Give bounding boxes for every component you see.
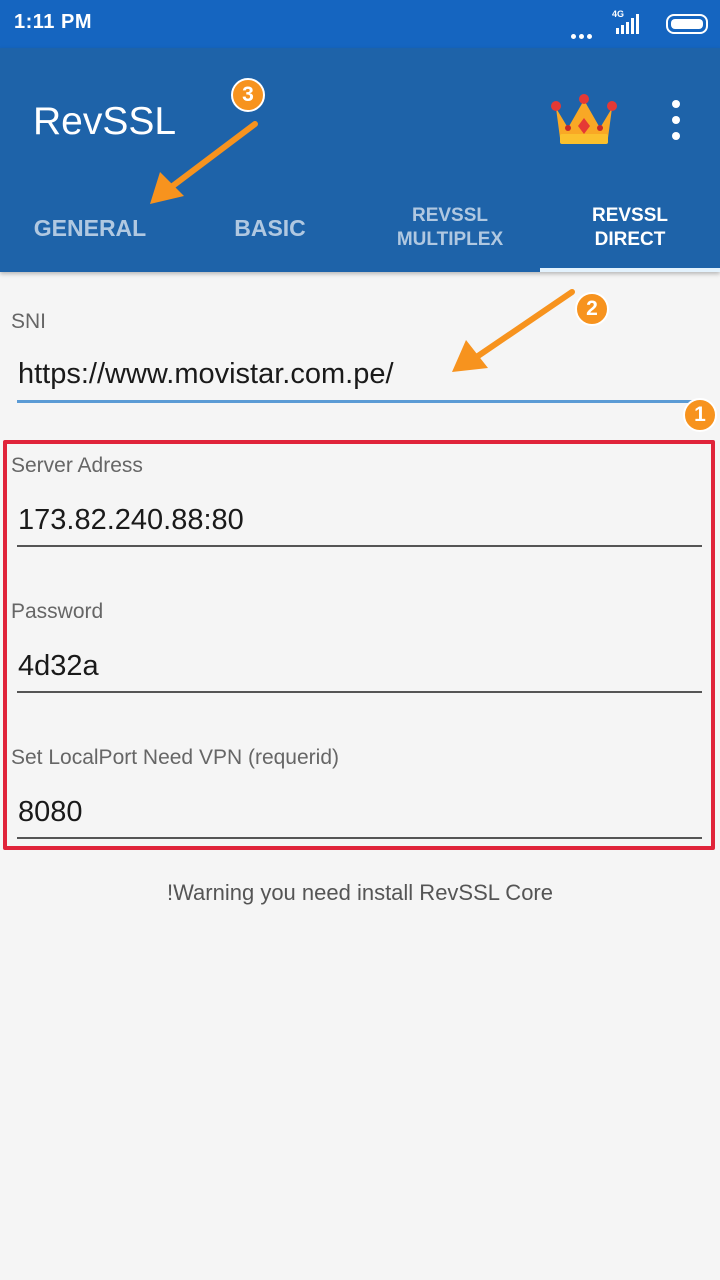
annotation-badge-3: 3 (231, 78, 265, 112)
server-address-input[interactable] (18, 504, 678, 537)
tab-general[interactable]: GENERAL (0, 184, 180, 272)
local-port-input[interactable] (18, 796, 678, 829)
sni-input[interactable] (18, 358, 678, 391)
notification-dots-icon (568, 26, 592, 44)
tab-basic[interactable]: BASIC (180, 184, 360, 272)
tab-revssl-multiplex[interactable]: REVSSL MULTIPLEX (360, 184, 540, 272)
server-address-label: Server Adress (11, 454, 143, 477)
tab-revssl-direct[interactable]: REVSSL DIRECT (540, 184, 720, 272)
password-underline (17, 691, 702, 693)
app-bar: RevSSL GENERAL BASIC REVSSL MULTIPLEX RE… (0, 48, 720, 272)
tab-bar: GENERAL BASIC REVSSL MULTIPLEX REVSSL DI… (0, 184, 720, 272)
highlight-box (3, 440, 715, 850)
annotation-badge-1: 1 (683, 398, 717, 432)
annotation-badge-2: 2 (575, 292, 609, 326)
crown-icon[interactable] (550, 92, 618, 148)
server-address-underline (17, 545, 702, 547)
battery-icon (666, 14, 708, 34)
sni-underline (17, 400, 700, 403)
app-title: RevSSL (33, 100, 177, 143)
sni-label: SNI (11, 310, 47, 333)
main-content: SNI Server Adress Password Set LocalPort… (0, 272, 720, 1280)
password-label: Password (11, 600, 104, 623)
password-input[interactable] (18, 650, 678, 683)
local-port-label: Set LocalPort Need VPN (requerid) (11, 746, 339, 769)
status-icons: 4G (508, 9, 708, 39)
warning-text: !Warning you need install RevSSL Core (166, 880, 553, 905)
more-vert-icon[interactable] (664, 100, 688, 140)
status-time: 1:11 PM (14, 11, 92, 33)
local-port-underline (17, 837, 702, 839)
signal-icon (616, 14, 639, 34)
status-bar: 1:11 PM 4G (0, 0, 720, 48)
